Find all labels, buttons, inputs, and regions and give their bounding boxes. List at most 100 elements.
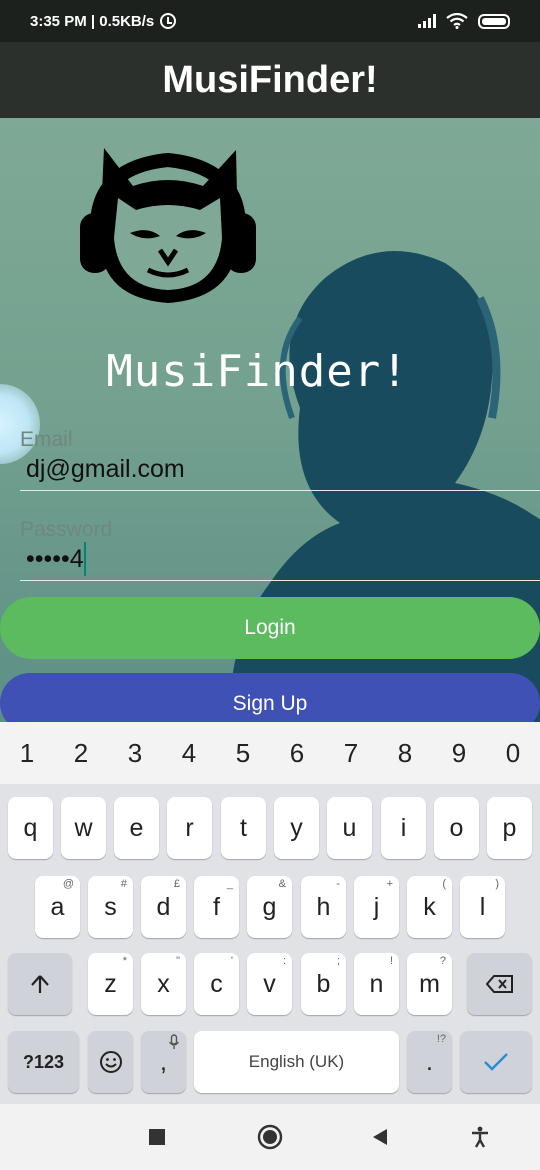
key-a[interactable]: a @ (35, 876, 80, 938)
shift-key[interactable] (8, 953, 72, 1015)
period-key[interactable]: .!? (407, 1031, 452, 1093)
password-input-wrap[interactable]: •••••4 (20, 542, 540, 576)
accessibility-button[interactable] (450, 1104, 510, 1170)
key-s-hint: # (120, 878, 127, 890)
emoji-key[interactable] (88, 1031, 133, 1093)
recents-button[interactable] (127, 1104, 187, 1170)
key-f-hint: _ (226, 878, 233, 890)
key-d-label: d (156, 892, 171, 921)
key-p[interactable]: p (487, 797, 532, 859)
accessibility-icon (472, 1126, 488, 1148)
key-1[interactable]: 1 (0, 738, 54, 769)
key-7[interactable]: 7 (324, 738, 378, 769)
key-2[interactable]: 2 (54, 738, 108, 769)
key-r[interactable]: r (167, 797, 212, 859)
text-caret (83, 542, 86, 576)
key-g[interactable]: g & (247, 876, 292, 938)
key-w[interactable]: w (61, 797, 106, 859)
signup-button[interactable]: Sign Up (0, 673, 540, 722)
key-c[interactable]: c ' (194, 953, 239, 1015)
key-d[interactable]: d £ (141, 876, 186, 938)
app-bar: MusiFinder! (0, 42, 540, 118)
key-h[interactable]: h- (301, 876, 346, 938)
key-f[interactable]: f _ (194, 876, 239, 938)
login-button[interactable]: Login (0, 597, 540, 659)
key-q[interactable]: q (8, 797, 53, 859)
key-0[interactable]: 0 (486, 738, 540, 769)
key-k[interactable]: k( (407, 876, 452, 938)
key-b-hint: ; (336, 955, 340, 967)
symbols-key[interactable]: ?123 (8, 1031, 79, 1093)
key-g-label: g (262, 892, 277, 921)
password-label: Password (20, 518, 113, 541)
enter-key[interactable] (460, 1031, 532, 1093)
space-key[interactable]: English (UK) (194, 1031, 399, 1093)
key-x[interactable]: x " (141, 953, 186, 1015)
key-b[interactable]: b; (301, 953, 346, 1015)
key-j-label: j (373, 892, 380, 921)
key-m-label: m (419, 969, 440, 998)
key-n-label: n (369, 969, 384, 998)
key-v[interactable]: v: (247, 953, 292, 1015)
period-label: . (426, 1047, 433, 1076)
key-k-hint: ( (442, 878, 446, 890)
key-9[interactable]: 9 (432, 738, 486, 769)
back-button[interactable] (350, 1104, 410, 1170)
password-underline (20, 580, 540, 581)
password-input[interactable]: •••••4 (26, 545, 84, 573)
key-s[interactable]: s # (88, 876, 133, 938)
shift-arrow-icon (31, 975, 49, 993)
key-x-label: x (157, 969, 170, 998)
period-hint: !? (436, 1033, 446, 1045)
mic-icon (168, 1034, 180, 1049)
key-z-hint: * (122, 955, 127, 967)
number-row: 1 2 3 4 5 6 7 8 9 0 (0, 722, 540, 784)
email-label: Email (20, 428, 73, 451)
key-u[interactable]: u (327, 797, 372, 859)
signal-icon (418, 14, 436, 28)
key-m[interactable]: m? (407, 953, 452, 1015)
email-underline (20, 490, 540, 491)
key-v-hint: : (282, 955, 286, 967)
key-o[interactable]: o (434, 797, 479, 859)
key-a-label: a (50, 892, 65, 921)
key-g-hint: & (278, 878, 286, 890)
key-v-label: v (263, 969, 276, 998)
key-m-hint: ? (439, 955, 446, 967)
key-t[interactable]: t (221, 797, 266, 859)
key-5[interactable]: 5 (216, 738, 270, 769)
backspace-key[interactable] (467, 953, 532, 1015)
battery-icon (478, 13, 510, 29)
key-3[interactable]: 3 (108, 738, 162, 769)
key-i[interactable]: i (381, 797, 426, 859)
status-time: 3:35 PM | 0.5KB/s (30, 12, 155, 30)
cat-headphones-logo (80, 148, 256, 303)
key-j-hint: + (386, 878, 393, 890)
password-field[interactable]: Password •••••4 (20, 518, 540, 581)
key-b-label: b (316, 969, 331, 998)
email-field[interactable]: Email dj@gmail.com (20, 428, 540, 491)
comma-label: , (160, 1047, 167, 1076)
key-8[interactable]: 8 (378, 738, 432, 769)
square-icon (149, 1129, 165, 1145)
key-6[interactable]: 6 (270, 738, 324, 769)
key-h-hint: - (336, 878, 340, 890)
comma-key[interactable]: , (141, 1031, 186, 1093)
email-input[interactable]: dj@gmail.com (20, 452, 540, 486)
key-c-hint: ' (230, 955, 233, 967)
key-z[interactable]: z * (88, 953, 133, 1015)
key-z-label: z (104, 969, 117, 998)
system-nav-bar (0, 1104, 540, 1170)
key-n[interactable]: n! (354, 953, 399, 1015)
key-l[interactable]: l) (460, 876, 505, 938)
home-circle-icon (257, 1124, 283, 1150)
back-triangle-icon (373, 1129, 387, 1145)
key-j[interactable]: j + (354, 876, 399, 938)
key-y[interactable]: y (274, 797, 319, 859)
key-e[interactable]: e (114, 797, 159, 859)
wifi-icon (446, 13, 468, 29)
key-c-label: c (210, 969, 223, 998)
home-button[interactable] (240, 1104, 300, 1170)
soft-keyboard: 1 2 3 4 5 6 7 8 9 0 q w e r t y u i o p … (0, 722, 540, 1104)
key-4[interactable]: 4 (162, 738, 216, 769)
